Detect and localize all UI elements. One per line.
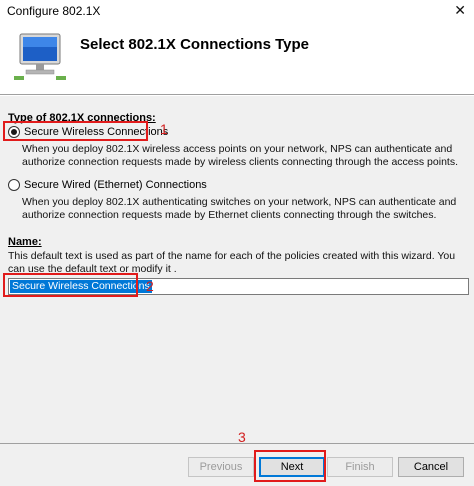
radio-button[interactable] bbox=[8, 179, 20, 191]
footer-divider bbox=[0, 443, 474, 444]
secure-wired-description: When you deploy 802.1X authenticating sw… bbox=[22, 196, 457, 221]
title-bar: Configure 802.1X ✕ bbox=[0, 0, 474, 22]
wizard-header: Select 802.1X Connections Type bbox=[0, 22, 474, 90]
annotation-number-2: 2 bbox=[146, 278, 154, 294]
radio-secure-wired[interactable]: Secure Wired (Ethernet) Connections bbox=[8, 179, 207, 191]
cancel-button[interactable]: Cancel bbox=[398, 457, 464, 477]
secure-wireless-description: When you deploy 802.1X wireless access p… bbox=[22, 143, 458, 168]
previous-button[interactable]: Previous bbox=[188, 457, 254, 477]
wizard-footer: Previous Next Finish Cancel bbox=[0, 443, 474, 486]
name-label: Name: bbox=[8, 236, 42, 248]
page-heading: Select 802.1X Connections Type bbox=[80, 36, 309, 53]
annotation-number-1: 1 bbox=[160, 121, 168, 137]
wizard-body: Type of 802.1X connections: Secure Wirel… bbox=[0, 96, 474, 445]
secure-wired-label: Secure Wired (Ethernet) Connections bbox=[24, 179, 207, 191]
annotation-box-1 bbox=[3, 121, 148, 141]
network-monitor-icon bbox=[14, 33, 66, 80]
annotation-box-2 bbox=[3, 273, 138, 297]
window-title: Configure 802.1X bbox=[7, 4, 101, 18]
annotation-box-3 bbox=[254, 450, 326, 482]
finish-button[interactable]: Finish bbox=[327, 457, 393, 477]
close-icon[interactable]: ✕ bbox=[454, 2, 466, 19]
